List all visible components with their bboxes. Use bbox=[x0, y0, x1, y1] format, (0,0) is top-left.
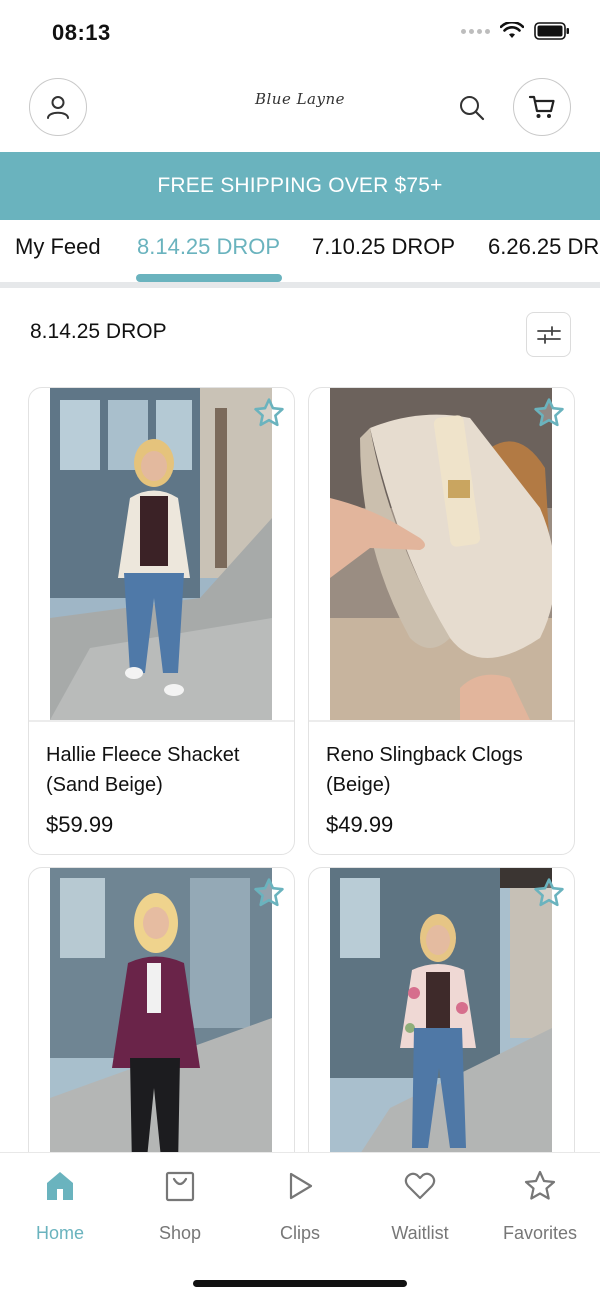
tab-7-10-25-drop[interactable]: 7.10.25 DROP bbox=[312, 234, 455, 260]
product-image[interactable] bbox=[330, 388, 552, 720]
account-button[interactable] bbox=[29, 78, 87, 136]
drop-tabs: My Feed 8.14.25 DROP 7.10.25 DROP 6.26.2… bbox=[0, 220, 600, 288]
favorite-star-icon[interactable] bbox=[532, 396, 566, 430]
brand-logo[interactable]: Blue Layne bbox=[250, 90, 350, 108]
product-image[interactable] bbox=[330, 868, 552, 1196]
favorite-star-icon[interactable] bbox=[252, 396, 286, 430]
filter-button[interactable] bbox=[526, 312, 571, 357]
nav-favorites-label: Favorites bbox=[502, 1223, 578, 1243]
active-tab-indicator bbox=[136, 274, 282, 282]
product-name[interactable]: Hallie Fleece Shacket (Sand Beige) bbox=[46, 740, 286, 800]
status-icons bbox=[461, 22, 570, 40]
favorite-star-icon[interactable] bbox=[532, 876, 566, 910]
status-bar: 08:13 bbox=[0, 0, 600, 64]
card-divider bbox=[29, 720, 294, 722]
home-icon bbox=[47, 1172, 73, 1200]
product-card[interactable]: Reno Slingback Clogs (Beige) $49.99 bbox=[308, 387, 575, 855]
product-image[interactable] bbox=[50, 388, 272, 720]
section-title: 8.14.25 DROP bbox=[30, 320, 167, 343]
nav-waitlist[interactable]: Waitlist bbox=[370, 1169, 470, 1244]
product-card[interactable]: Hallie Fleece Shacket (Sand Beige) $59.9… bbox=[28, 387, 295, 855]
nav-waitlist-label: Waitlist bbox=[391, 1223, 449, 1243]
cart-icon bbox=[528, 95, 555, 118]
home-indicator bbox=[193, 1280, 407, 1287]
product-price: $49.99 bbox=[326, 812, 394, 837]
user-icon bbox=[47, 96, 69, 119]
tab-my-feed[interactable]: My Feed bbox=[15, 234, 101, 260]
shopping-bag-icon bbox=[165, 1171, 195, 1202]
nav-home-label: Home bbox=[35, 1223, 84, 1243]
bottom-nav: Home Shop Clips Waitlist Favorites bbox=[0, 1152, 600, 1299]
nav-shop[interactable]: Shop bbox=[130, 1169, 230, 1244]
tab-6-26-25-drop[interactable]: 6.26.25 DROP bbox=[488, 234, 600, 260]
nav-clips[interactable]: Clips bbox=[250, 1169, 350, 1244]
card-divider bbox=[309, 720, 574, 722]
product-card[interactable] bbox=[308, 867, 575, 1197]
star-icon bbox=[524, 1170, 556, 1200]
tab-8-14-25-drop[interactable]: 8.14.25 DROP bbox=[137, 234, 280, 260]
search-button[interactable] bbox=[456, 92, 488, 124]
heart-icon bbox=[404, 1172, 436, 1200]
promo-banner[interactable]: FREE SHIPPING OVER $75+ bbox=[0, 152, 600, 220]
app-header: Blue Layne bbox=[0, 78, 600, 138]
product-price: $59.99 bbox=[46, 812, 114, 837]
product-card[interactable] bbox=[28, 867, 295, 1197]
product-name[interactable]: Reno Slingback Clogs (Beige) bbox=[326, 740, 566, 800]
search-icon bbox=[460, 96, 485, 121]
favorite-star-icon[interactable] bbox=[252, 876, 286, 910]
tabs-divider bbox=[0, 282, 600, 288]
nav-favorites[interactable]: Favorites bbox=[490, 1169, 590, 1244]
nav-shop-label: Shop bbox=[158, 1223, 202, 1243]
battery-icon bbox=[534, 22, 569, 40]
promo-banner-text: FREE SHIPPING OVER $75+ bbox=[157, 174, 443, 197]
status-time: 08:13 bbox=[52, 20, 111, 45]
wifi-icon bbox=[500, 22, 524, 38]
nav-home[interactable]: Home bbox=[10, 1169, 110, 1244]
nav-clips-label: Clips bbox=[279, 1223, 320, 1243]
product-image[interactable] bbox=[50, 868, 272, 1196]
signal-icon bbox=[461, 28, 490, 34]
sliders-icon bbox=[536, 325, 561, 344]
play-icon bbox=[289, 1172, 313, 1200]
cart-button[interactable] bbox=[513, 78, 571, 136]
